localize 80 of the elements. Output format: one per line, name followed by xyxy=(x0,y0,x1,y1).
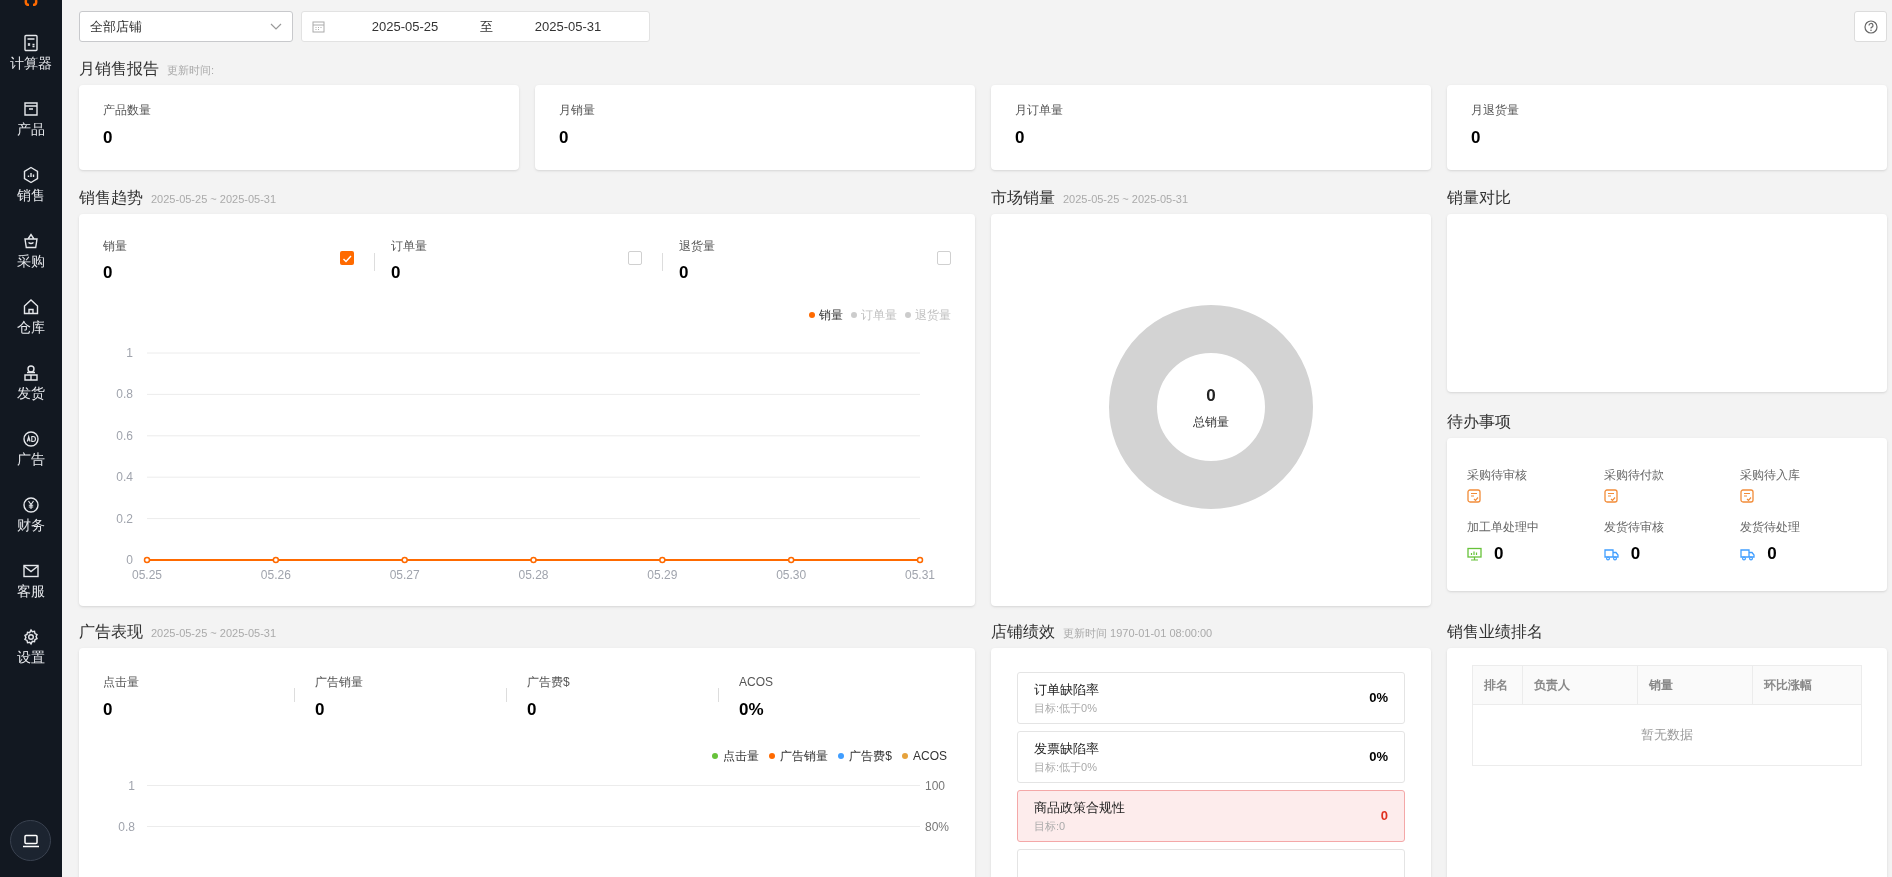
range-separator: 至 xyxy=(480,17,493,36)
metric-label: 销量 xyxy=(103,238,128,255)
y-tick-label: 0.8 xyxy=(117,818,135,836)
end-date: 2025-05-31 xyxy=(533,17,603,36)
metric-value: 0 xyxy=(391,262,402,284)
section-subtitle: 更新时间: xyxy=(167,63,215,78)
x-tick-label: 05.29 xyxy=(647,567,678,582)
column-header: 销量 xyxy=(1637,666,1752,704)
y-tick-label: 0.2 xyxy=(116,511,133,526)
y-tick-label: 80% xyxy=(925,818,950,836)
section-subtitle: 2025-05-25 ~ 2025-05-31 xyxy=(1063,192,1189,207)
metric-name: 订单缺陷率 xyxy=(1034,681,1099,699)
stat-label: 月退货量 xyxy=(1471,102,1520,119)
todo-label: 发货待审核 xyxy=(1603,519,1665,536)
todo-label: 采购待审核 xyxy=(1467,467,1528,484)
stat-value: 0 xyxy=(559,127,570,149)
metric-value: 0% xyxy=(1369,748,1388,767)
section-subtitle: 2025-05-25 ~ 2025-05-31 xyxy=(151,192,277,207)
metric-target: 目标:0 xyxy=(1034,818,1067,834)
todo-label: 采购待入库 xyxy=(1740,467,1802,484)
metric-label: ACOS xyxy=(739,674,774,691)
metric-value: 0% xyxy=(739,699,765,721)
empty-text: 暂无数据 xyxy=(1641,726,1693,745)
stat-value: 0 xyxy=(103,127,114,149)
start-date: 2025-05-25 xyxy=(370,17,440,36)
metric-target: 目标:低于0% xyxy=(1034,700,1098,716)
y-tick-label: 0 xyxy=(126,552,133,567)
section-subtitle: 2025-05-25 ~ 2025-05-31 xyxy=(151,626,277,641)
stat-label: 月订单量 xyxy=(1015,102,1064,119)
total-label: 总销量 xyxy=(1193,413,1229,431)
section-title: 待办事项 xyxy=(1447,412,1511,432)
section-title: 市场销量 xyxy=(991,188,1055,208)
metric-value: 0 xyxy=(1380,807,1388,826)
y-tick-label: 100 xyxy=(925,777,946,795)
metric-label: 点击量 xyxy=(103,674,140,691)
y-tick-label: 0.8 xyxy=(116,386,133,401)
y-tick-label: 1 xyxy=(126,345,133,360)
section-title: 销售业绩排名 xyxy=(1447,622,1543,642)
x-tick-label: 05.31 xyxy=(905,567,935,582)
section-subtitle: 更新时间 1970-01-01 08:00:00 xyxy=(1063,626,1213,641)
x-tick-label: 05.26 xyxy=(260,567,291,582)
section-title: 销售趋势 xyxy=(79,188,143,208)
stat-value: 0 xyxy=(1471,127,1482,149)
x-tick-label: 05.30 xyxy=(776,567,807,582)
metric-value: 0 xyxy=(103,699,114,721)
column-header: 排名 xyxy=(1483,677,1509,694)
x-tick-label: 05.28 xyxy=(518,567,549,582)
todo-count: 0 xyxy=(1630,543,1641,565)
todo-label: 发货待处理 xyxy=(1740,519,1802,536)
metric-label: 订单量 xyxy=(391,238,428,255)
x-tick-label: 05.27 xyxy=(389,567,420,582)
y-tick-label: 1 xyxy=(127,777,135,795)
total-value: 0 xyxy=(1206,385,1216,408)
todo-count: 0 xyxy=(1767,543,1777,565)
metric-label: 广告销量 xyxy=(315,674,364,691)
stat-value: 0 xyxy=(1015,127,1026,149)
metric-value: 0 xyxy=(527,699,538,721)
stat-label: 产品数量 xyxy=(103,102,152,119)
section-title: 月销售报告 xyxy=(79,59,159,79)
metric-value: 0 xyxy=(103,262,114,284)
todo-label: 采购待付款 xyxy=(1603,467,1665,484)
metric-name: 发票缺陷率 xyxy=(1034,740,1099,758)
metric-name: 商品政策合规性 xyxy=(1034,799,1125,817)
section-title: 广告表现 xyxy=(79,622,143,642)
y-tick-label: 0.4 xyxy=(116,469,133,484)
metric-target: 目标:低于0% xyxy=(1034,759,1098,775)
section-title: 店铺绩效 xyxy=(991,622,1055,642)
metric-value: 0 xyxy=(315,699,326,721)
section-title: 销量对比 xyxy=(1447,188,1511,208)
todo-label: 加工单处理中 xyxy=(1467,519,1540,536)
metric-label: 退货量 xyxy=(679,238,716,255)
metric-value: 0% xyxy=(1369,689,1388,708)
todo-count: 0 xyxy=(1494,543,1504,565)
column-header: 负责人 xyxy=(1522,666,1637,704)
y-tick-label: 0.6 xyxy=(116,428,133,443)
x-tick-label: 05.25 xyxy=(132,567,162,582)
stat-label: 月销量 xyxy=(559,102,596,119)
column-header: 环比涨幅 xyxy=(1752,666,1861,704)
metric-value: 0 xyxy=(679,262,690,284)
metric-label: 广告费$ xyxy=(527,674,571,691)
